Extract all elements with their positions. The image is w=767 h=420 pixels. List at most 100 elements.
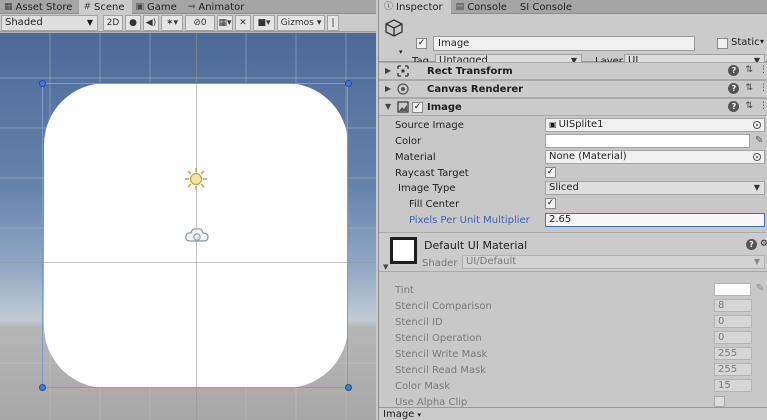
gameobject-name-field[interactable]: Image [433,36,695,51]
static-dropdown-arrow[interactable]: ▾ [760,37,764,46]
lighting-toggle-button[interactable]: ● [125,14,141,31]
static-label: Static [731,37,760,48]
property-label: Color [395,136,422,147]
camera-dropdown[interactable]: ■▾ [253,14,275,31]
tab-animator[interactable]: ⇝ Animator [184,0,252,14]
game-icon: ▣ [135,1,145,12]
reflection-probe-icon[interactable] [184,226,210,244]
grid-dropdown[interactable]: ▦▾ [217,14,233,31]
property-label: Color Mask [395,381,451,392]
grid-toggle-icon: ▦▾ [218,17,232,28]
expand-arrow-icon[interactable]: ▶ [385,66,391,75]
stencil-write-mask-input[interactable]: 255 [714,347,752,360]
eyedropper-icon[interactable]: ✎ [756,283,764,294]
gameobject-active-checkbox[interactable]: ✓ [416,38,427,49]
resize-handle-bottom-right[interactable] [345,384,352,391]
stencil-read-mask-input[interactable]: 255 [714,363,752,376]
component-name: Canvas Renderer [427,84,524,95]
help-icon[interactable]: ? [728,101,740,112]
source-image-field[interactable]: ▣ UISplite1 [545,118,765,132]
material-header: ▼ Default UI Material ? ⚙ Shader UI/Defa… [379,232,767,272]
chevron-down-icon: ▼ [753,257,760,266]
static-checkbox[interactable] [717,38,728,49]
gameobject-cube-icon[interactable] [384,18,404,38]
object-picker-icon[interactable] [753,153,761,161]
stencil-id-input[interactable]: 0 [714,315,752,328]
stencil-operation-input[interactable]: 0 [714,331,752,344]
info-icon: ⓘ [384,1,394,12]
eyedropper-icon[interactable]: ✎ [755,135,763,146]
presets-icon[interactable]: ⇅ [745,65,753,76]
scene-tabbar: ▦ Asset Store # Scene ▣ Game ⇝ Animator [0,0,376,14]
resize-handle-top-left[interactable] [39,80,46,87]
image-enabled-checkbox[interactable]: ✓ [412,102,423,113]
resize-handle-top-right[interactable] [345,80,352,87]
eye-off-icon: ⊘ [193,17,201,28]
property-label: Image Type [398,183,456,194]
image-component-header[interactable]: ▼ ✓ Image ? ⇅ ⋮ [379,98,767,116]
property-label: Raycast Target [395,168,469,179]
color-mask-input[interactable]: 15 [714,379,752,392]
pixels-per-unit-row: Pixels Per Unit Multiplier 2.65 [379,213,767,229]
kebab-menu-icon[interactable]: ⋮ [759,101,767,112]
pixels-per-unit-input[interactable]: 2.65 [545,213,765,227]
search-scene-button[interactable]: | [327,14,339,31]
preview-dropdown[interactable]: Image ▾ [383,409,421,420]
grid-icon: # [83,1,92,12]
raycast-target-checkbox[interactable]: ✓ [545,167,556,178]
canvas-renderer-component-header[interactable]: ▶ Canvas Renderer ? ⇅ ⋮ [379,80,767,98]
help-icon[interactable]: ? [728,65,740,76]
help-icon[interactable]: ? [745,239,757,250]
tint-color-field[interactable] [714,283,751,296]
shader-dropdown[interactable]: UI/Default ▼ [462,255,765,269]
collapse-arrow-icon[interactable]: ▼ [385,102,391,111]
kebab-menu-icon[interactable]: ⋮ [759,83,767,94]
search-icon: | [331,17,335,28]
tab-si-console[interactable]: SI Console [515,0,580,14]
kebab-menu-icon[interactable]: ⋮ [759,65,767,76]
rect-transform-component-header[interactable]: ▶ Rect Transform ? ⇅ ⋮ [379,62,767,80]
component-name: Image [427,102,462,113]
component-name: Rect Transform [427,66,513,77]
tab-console[interactable]: ▤ Console [451,0,515,14]
sprite-icon: ▣ [549,120,557,129]
tab-inspector[interactable]: ⓘ Inspector [379,0,451,14]
inspector-tabbar: ⓘ Inspector ▤ Console SI Console [379,0,767,14]
stencil-comparison-input[interactable]: 8 [714,299,752,312]
expand-arrow-icon[interactable]: ▶ [385,84,391,93]
lightbulb-icon: ● [129,17,137,28]
collapse-arrow-icon[interactable]: ▼ [383,263,388,271]
mode-2d-button[interactable]: 2D [103,14,123,31]
image-component-icon [397,101,409,113]
effects-dropdown[interactable]: ✶▾ [161,14,183,31]
color-field[interactable] [545,134,750,148]
presets-icon[interactable]: ⇅ [745,83,753,94]
hidden-objects-toggle[interactable]: ⊘ 0 [185,14,215,31]
tab-game[interactable]: ▣ Game [132,0,184,14]
chevron-down-icon[interactable]: ▾ [399,48,403,56]
material-name: Default UI Material [424,239,528,252]
gizmos-dropdown[interactable]: Gizmos ▾ [277,14,325,31]
tab-scene[interactable]: # Scene [79,0,132,14]
resize-handle-bottom-left[interactable] [39,384,46,391]
scene-viewport[interactable] [0,33,376,420]
stencil-read-mask-row: Stencil Read Mask 255 [379,363,767,379]
image-type-row: Image Type Sliced ▼ [379,181,767,197]
image-type-dropdown[interactable]: Sliced ▼ [545,181,765,195]
use-alpha-clip-checkbox[interactable] [714,396,725,407]
gear-icon[interactable]: ⚙ [760,239,767,250]
audio-toggle-button[interactable]: ◀) [143,14,159,31]
shading-mode-dropdown[interactable]: Shaded ▼ [1,14,98,31]
presets-icon[interactable]: ⇅ [745,101,753,112]
material-field[interactable]: None (Material) [545,150,765,164]
tab-asset-store[interactable]: ▦ Asset Store [0,0,79,14]
material-preview-swatch[interactable] [390,237,417,264]
help-icon[interactable]: ? [728,83,740,94]
console-icon: ▤ [455,1,465,12]
directional-light-icon[interactable] [184,167,208,191]
animator-icon: ⇝ [187,1,196,12]
fill-center-checkbox[interactable]: ✓ [545,198,556,209]
color-row: Color ✎ [379,134,767,150]
object-picker-icon[interactable] [753,121,761,129]
tools-button[interactable]: ✕ [235,14,251,31]
